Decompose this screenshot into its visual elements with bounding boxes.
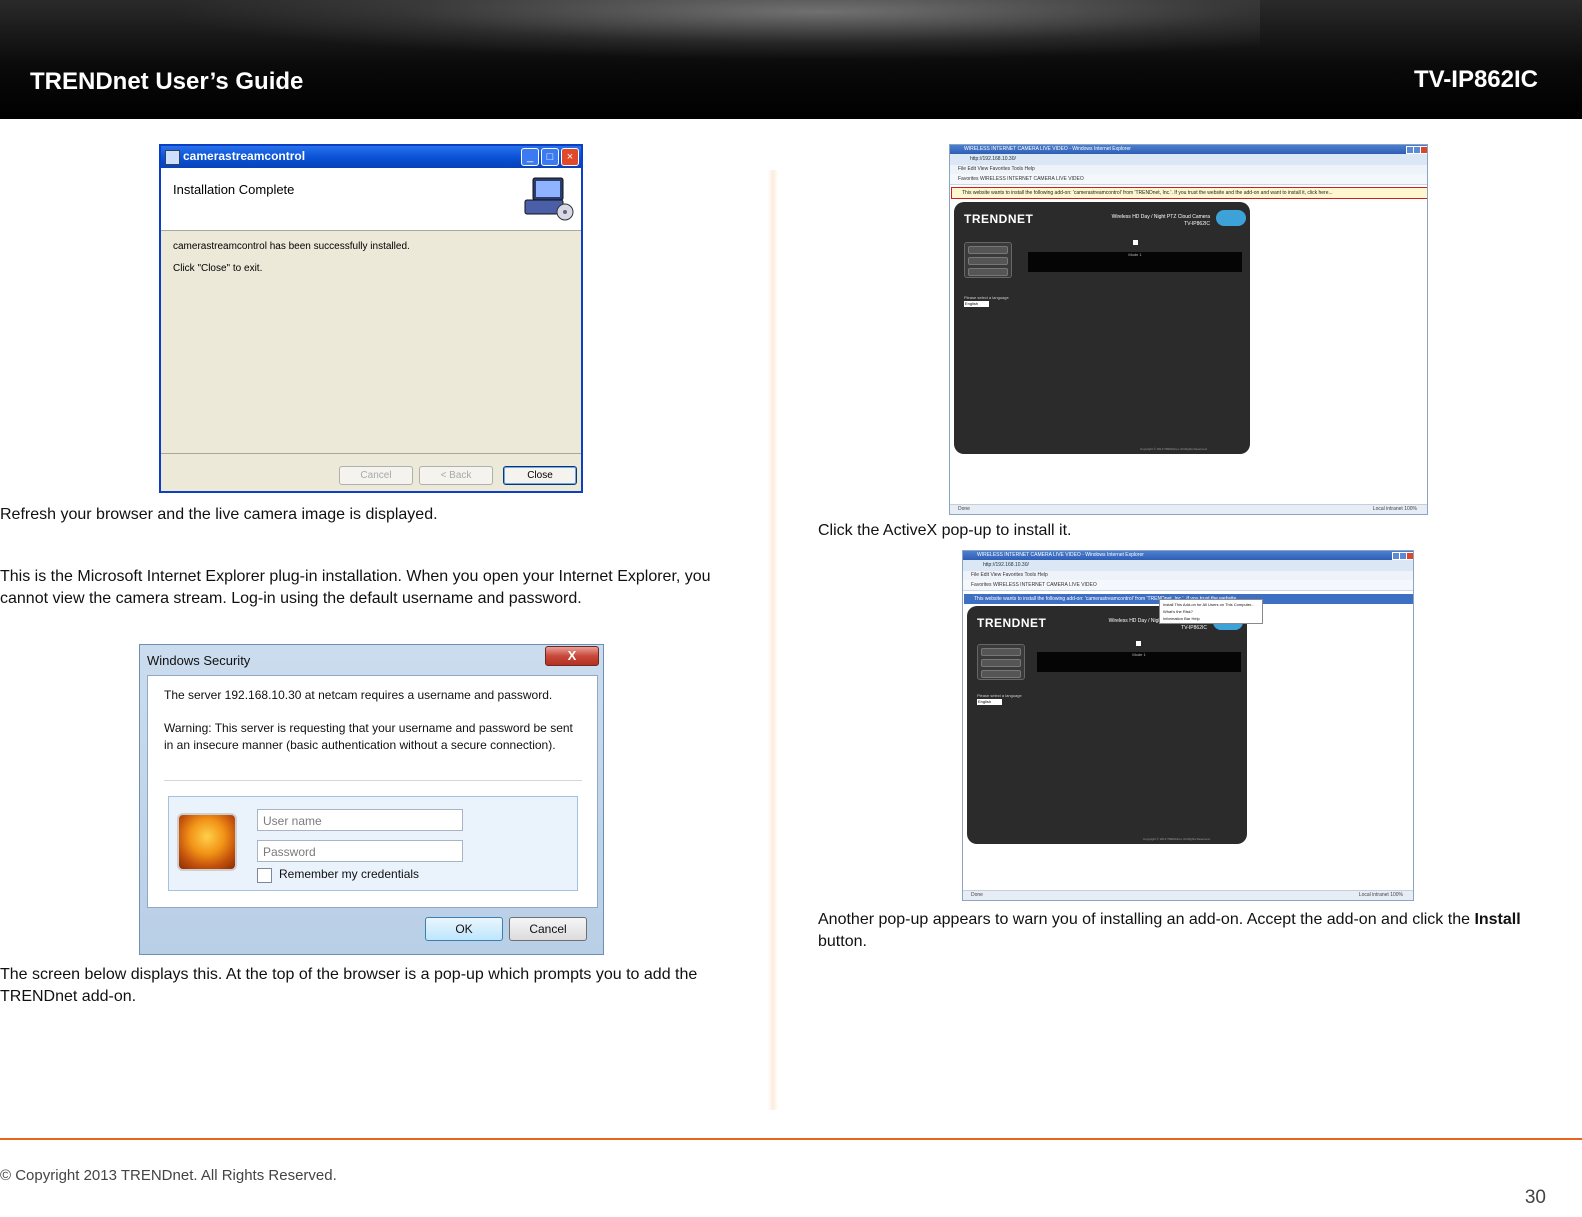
dialog-heading: Installation Complete: [173, 182, 295, 197]
guide-title: TRENDnet User’s Guide: [30, 68, 304, 95]
menu-item-install-addon[interactable]: Install This Add-on for All Users on Thi…: [1163, 601, 1259, 608]
remember-label: Remember my credentials: [279, 867, 420, 881]
status-left: Done: [971, 892, 983, 898]
camera-page-panel: TRENDNET Wireless HD Day / Night PTZ Clo…: [954, 202, 1250, 454]
language-prompt: Please select a language: [977, 693, 1022, 698]
computer-installer-icon: [524, 177, 574, 221]
status-bar: Done Local intranet 100%: [963, 890, 1413, 900]
paragraph-popup: The screen below displays this. At the t…: [0, 966, 698, 1005]
side-button-registration[interactable]: [981, 670, 1021, 678]
stop-icon: [1133, 240, 1138, 245]
footer-rule: [0, 1138, 1582, 1140]
menu-bar[interactable]: File Edit View Favorites Tools Help: [950, 165, 1427, 174]
side-button-live-view[interactable]: [981, 648, 1021, 656]
dialog-banner: Installation Complete: [161, 168, 581, 231]
side-button-live-view[interactable]: [968, 246, 1008, 254]
install-instruction: Click "Close" to exit.: [173, 263, 263, 274]
window-controls: [1392, 551, 1413, 560]
status-right: Local intranet 100%: [1372, 506, 1417, 512]
install-text-suffix: button.: [818, 933, 867, 950]
side-button-registration[interactable]: [968, 268, 1008, 276]
column-divider: [768, 170, 778, 1110]
server-message: The server 192.168.10.30 at netcam requi…: [164, 688, 553, 702]
installation-complete-dialog: camerastreamcontrol _ □ × Installation C…: [159, 144, 583, 493]
dialog-separator: [161, 453, 581, 454]
menu-item-whats-the-risk[interactable]: What's the Risk?: [1163, 608, 1259, 615]
ok-button[interactable]: OK: [425, 917, 503, 941]
maximize-icon[interactable]: □: [541, 148, 559, 166]
favorites-bar[interactable]: Favorites WIRELESS INTERNET CAMERA LIVE …: [950, 174, 1427, 185]
windows-security-dialog: Windows Security X The server 192.168.10…: [139, 644, 604, 955]
footer-copyright: © Copyright 2013 TRENDnet. All Rights Re…: [0, 1167, 337, 1184]
language-prompt: Please select a language: [964, 295, 1009, 300]
video-area: Mode 1: [1037, 652, 1241, 672]
password-input[interactable]: Password: [257, 840, 463, 862]
user-avatar-icon: [177, 813, 237, 871]
video-label: Mode 1: [1132, 652, 1146, 657]
dialog-title: camerastreamcontrol: [183, 149, 306, 163]
side-menu[interactable]: [964, 242, 1012, 278]
cancel-button[interactable]: Cancel: [509, 917, 587, 941]
close-button[interactable]: X: [545, 646, 599, 666]
trendnet-logo: TRENDNET: [977, 616, 1047, 630]
remember-checkbox[interactable]: [257, 868, 272, 883]
video-area: Mode 1: [1028, 252, 1242, 272]
language-select[interactable]: English: [964, 301, 989, 307]
side-button-playback[interactable]: [968, 257, 1008, 265]
installer-icon: [165, 150, 180, 165]
favorites-bar[interactable]: Favorites WIRELESS INTERNET CAMERA LIVE …: [963, 580, 1413, 591]
warning-message: Warning: This server is requesting that …: [164, 721, 573, 752]
camera-copyright: Copyright © 2013 TRENDnet. All Rights Re…: [1140, 447, 1208, 451]
username-input[interactable]: User name: [257, 809, 463, 831]
browser-title: WIRELESS INTERNET CAMERA LIVE VIDEO - Wi…: [950, 145, 1427, 154]
product-line-2: TV-IP862IC: [1181, 625, 1207, 631]
trendnet-logo: TRENDNET: [964, 212, 1034, 226]
model-name: TV-IP862IC: [1413, 66, 1538, 93]
close-icon[interactable]: ×: [561, 148, 579, 166]
header-sheen: [160, 0, 1260, 60]
dialog-titlebar: camerastreamcontrol _ □ ×: [161, 146, 581, 168]
paragraph-refresh: Refresh your browser and the live camera…: [0, 506, 438, 523]
language-select[interactable]: English: [977, 699, 1002, 705]
menu-item-infobar-help[interactable]: Information Bar Help: [1163, 615, 1259, 622]
activex-infobar[interactable]: This website wants to install the follow…: [951, 187, 1427, 199]
video-label: Mode 1: [1128, 252, 1142, 257]
product-line-1: Wireless HD Day / Night PTZ Cloud Camera: [1111, 214, 1210, 220]
cancel-button[interactable]: Cancel: [339, 466, 413, 485]
dialog-separator: [164, 780, 582, 781]
dialog-title: Windows Security: [147, 653, 251, 668]
camera-copyright: Copyright © 2013 TRENDnet. All Rights Re…: [1143, 837, 1211, 841]
close-button[interactable]: Close: [503, 466, 577, 485]
minimize-icon[interactable]: _: [521, 148, 539, 166]
window-controls: [1406, 145, 1427, 154]
cloud-icon: [1216, 210, 1246, 226]
camera-page-panel: TRENDNET Wireless HD Day / Night PTZ Clo…: [967, 606, 1247, 844]
page-header: TRENDnet User’s Guide TV-IP862IC: [0, 0, 1582, 119]
paragraph-plugin: This is the Microsoft Internet Explorer …: [0, 568, 711, 607]
addon-context-menu: Install This Add-on for All Users on Thi…: [1159, 599, 1263, 624]
stop-icon: [1136, 641, 1141, 646]
browser-title: WIRELESS INTERNET CAMERA LIVE VIDEO - Wi…: [963, 551, 1413, 560]
product-line-2: TV-IP862IC: [1184, 221, 1210, 227]
page-number: 30: [1524, 1187, 1546, 1208]
browser-screenshot-install: WIRELESS INTERNET CAMERA LIVE VIDEO - Wi…: [962, 550, 1414, 901]
paragraph-activex: Click the ActiveX pop-up to install it.: [818, 522, 1072, 539]
status-right: Local intranet 100%: [1358, 892, 1403, 898]
side-menu[interactable]: [977, 644, 1025, 680]
install-keyword: Install: [1474, 911, 1521, 928]
dialog-body: The server 192.168.10.30 at netcam requi…: [147, 675, 598, 908]
back-button[interactable]: < Back: [419, 466, 493, 485]
install-text-prefix: Another pop-up appears to warn you of in…: [818, 911, 1475, 928]
install-message: camerastreamcontrol has been successfull…: [173, 241, 410, 252]
credentials-panel: User name Password Remember my credentia…: [168, 796, 578, 891]
browser-screenshot-activex: WIRELESS INTERNET CAMERA LIVE VIDEO - Wi…: [949, 144, 1428, 515]
side-button-playback[interactable]: [981, 659, 1021, 667]
paragraph-install: Another pop-up appears to warn you of in…: [818, 909, 1548, 953]
product-title: Wireless HD Day / Night PTZ Cloud Camera…: [1112, 214, 1210, 228]
status-left: Done: [958, 506, 970, 512]
status-bar: Done Local intranet 100%: [950, 504, 1427, 514]
menu-bar[interactable]: File Edit View Favorites Tools Help: [963, 571, 1413, 580]
